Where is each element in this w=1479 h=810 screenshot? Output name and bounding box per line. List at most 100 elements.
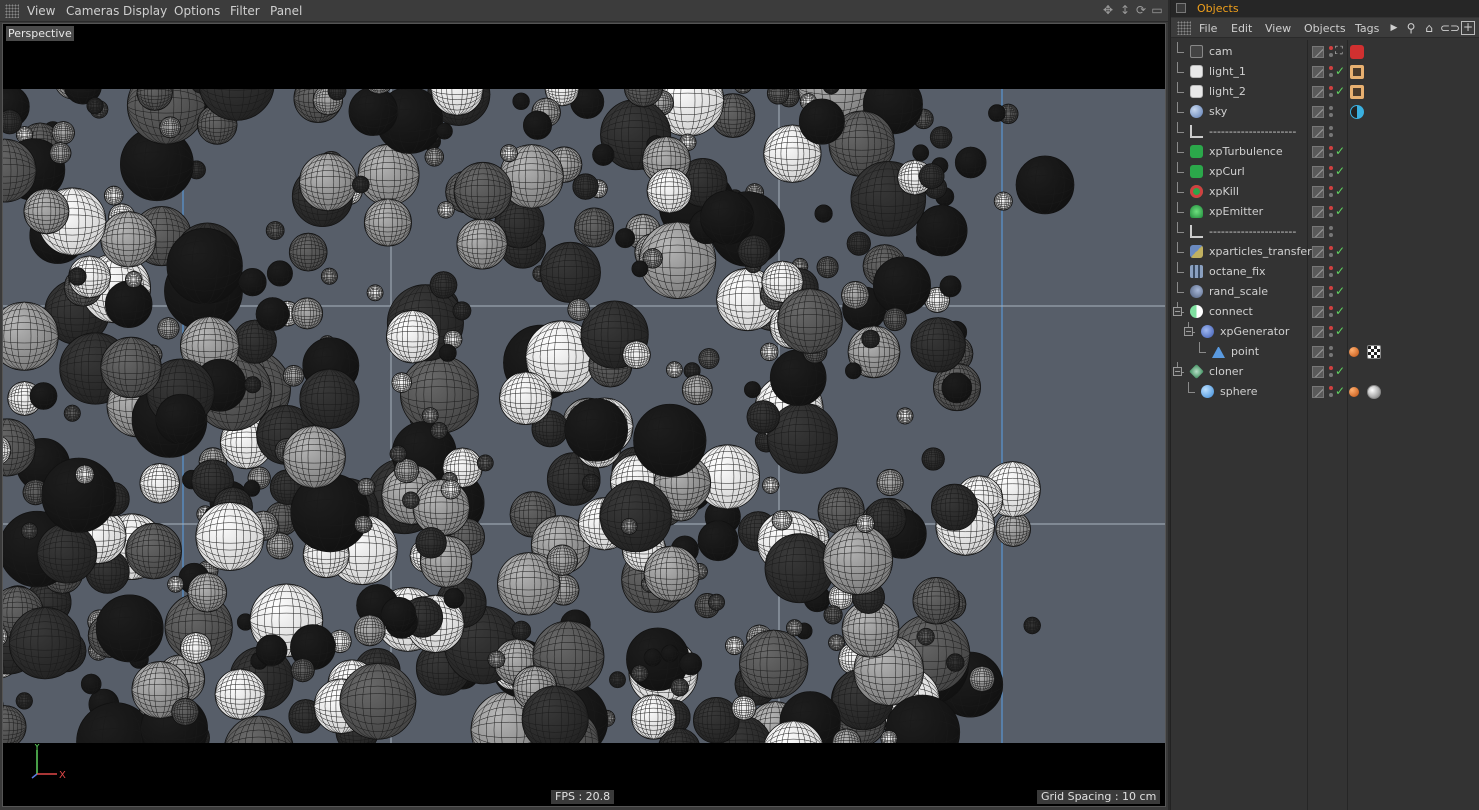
visibility-dots[interactable] xyxy=(1329,246,1333,258)
xp-tag-icon[interactable] xyxy=(1349,347,1359,357)
object-name[interactable]: ---------------------- xyxy=(1209,225,1296,238)
layer-icon[interactable] xyxy=(1312,306,1324,318)
enabled-check-icon[interactable]: ✓ xyxy=(1335,64,1345,78)
visibility-dots[interactable] xyxy=(1329,346,1333,358)
home-icon[interactable]: ⌂ xyxy=(1422,21,1436,35)
light-tag-icon[interactable] xyxy=(1350,85,1364,99)
visibility-dots[interactable] xyxy=(1329,386,1333,398)
object-name[interactable]: xpKill xyxy=(1209,185,1239,198)
search-icon[interactable]: ⚲ xyxy=(1404,21,1418,35)
object-row[interactable]: point xyxy=(1171,342,1479,362)
object-row[interactable]: sky xyxy=(1171,102,1479,122)
rotate-view-icon[interactable]: ⟳ xyxy=(1134,3,1148,17)
visibility-dots[interactable] xyxy=(1329,266,1333,278)
enabled-check-icon[interactable]: ✓ xyxy=(1335,144,1345,158)
enabled-check-icon[interactable]: ✓ xyxy=(1335,244,1345,258)
menu-display[interactable]: Display xyxy=(123,4,167,18)
viewport-canvas[interactable] xyxy=(3,89,1165,743)
obj-menu-edit[interactable]: Edit xyxy=(1231,22,1252,35)
layer-icon[interactable] xyxy=(1312,186,1324,198)
object-row[interactable]: ---------------------- xyxy=(1171,122,1479,142)
move-view-icon[interactable]: ✥ xyxy=(1101,3,1115,17)
object-name[interactable]: connect xyxy=(1209,305,1253,318)
object-name[interactable]: xparticles_transfer xyxy=(1209,245,1312,258)
visibility-dots[interactable] xyxy=(1329,206,1333,218)
grip-icon[interactable] xyxy=(1177,21,1191,35)
object-row[interactable]: xpCurl ✓ xyxy=(1171,162,1479,182)
menu-filter[interactable]: Filter xyxy=(230,4,260,18)
enabled-check-icon[interactable]: ✓ xyxy=(1335,184,1345,198)
visibility-dots[interactable] xyxy=(1329,186,1333,198)
object-row[interactable]: octane_fix ✓ xyxy=(1171,262,1479,282)
obj-menu-view[interactable]: View xyxy=(1265,22,1291,35)
light-tag-icon[interactable] xyxy=(1350,65,1364,79)
visibility-dots[interactable] xyxy=(1329,106,1333,118)
material-sphere-icon[interactable] xyxy=(1367,385,1381,399)
object-name[interactable]: cloner xyxy=(1209,365,1243,378)
object-name[interactable]: xpCurl xyxy=(1209,165,1245,178)
collapse-toggle-icon[interactable]: − xyxy=(1173,307,1182,316)
toggle-view-icon[interactable]: ▭ xyxy=(1150,3,1164,17)
layer-icon[interactable] xyxy=(1312,126,1324,138)
camera-label[interactable]: Perspective xyxy=(6,26,74,41)
enabled-check-icon[interactable]: ✓ xyxy=(1335,264,1345,278)
more-arrow-icon[interactable]: ▶ xyxy=(1387,21,1401,35)
object-row[interactable]: − cloner ✓ xyxy=(1171,362,1479,382)
object-row[interactable]: − connect ✓ xyxy=(1171,302,1479,322)
layer-icon[interactable] xyxy=(1312,106,1324,118)
object-name[interactable]: point xyxy=(1231,345,1259,358)
link-icon[interactable]: ⊂⊃ xyxy=(1440,21,1460,35)
visibility-dots[interactable] xyxy=(1329,226,1333,238)
layer-icon[interactable] xyxy=(1312,46,1324,58)
enabled-check-icon[interactable]: ✓ xyxy=(1335,84,1345,98)
layer-icon[interactable] xyxy=(1312,246,1324,258)
visibility-dots[interactable] xyxy=(1329,286,1333,298)
object-name[interactable]: cam xyxy=(1209,45,1233,58)
object-row[interactable]: rand_scale ✓ xyxy=(1171,282,1479,302)
visibility-dots[interactable] xyxy=(1329,86,1333,98)
layer-icon[interactable] xyxy=(1312,266,1324,278)
object-name[interactable]: rand_scale xyxy=(1209,285,1268,298)
object-row[interactable]: light_1 ✓ xyxy=(1171,62,1479,82)
panel-menu-icon[interactable] xyxy=(1176,3,1186,13)
enabled-check-icon[interactable]: ✓ xyxy=(1335,324,1345,338)
layer-icon[interactable] xyxy=(1312,226,1324,238)
enabled-check-icon[interactable]: ✓ xyxy=(1335,384,1345,398)
object-row[interactable]: ---------------------- xyxy=(1171,222,1479,242)
object-row[interactable]: cam ⛶ xyxy=(1171,42,1479,62)
object-row[interactable]: − xpGenerator ✓ xyxy=(1171,322,1479,342)
object-name[interactable]: light_1 xyxy=(1209,65,1246,78)
obj-menu-file[interactable]: File xyxy=(1199,22,1217,35)
object-row[interactable]: xpTurbulence ✓ xyxy=(1171,142,1479,162)
layer-icon[interactable] xyxy=(1312,346,1324,358)
objects-tab-title[interactable]: Objects xyxy=(1197,2,1239,15)
object-name[interactable]: xpGenerator xyxy=(1220,325,1289,338)
object-name[interactable]: xpTurbulence xyxy=(1209,145,1283,158)
collapse-toggle-icon[interactable]: − xyxy=(1184,327,1193,336)
layer-icon[interactable] xyxy=(1312,166,1324,178)
layer-icon[interactable] xyxy=(1312,286,1324,298)
layer-icon[interactable] xyxy=(1312,146,1324,158)
enabled-check-icon[interactable]: ✓ xyxy=(1335,304,1345,318)
enabled-check-icon[interactable]: ✓ xyxy=(1335,164,1345,178)
visibility-dots[interactable] xyxy=(1329,146,1333,158)
object-row[interactable]: sphere ✓ xyxy=(1171,382,1479,402)
object-name[interactable]: ---------------------- xyxy=(1209,125,1296,138)
grip-icon[interactable] xyxy=(5,4,19,18)
xp-tag-icon[interactable] xyxy=(1349,387,1359,397)
object-row[interactable]: xpKill ✓ xyxy=(1171,182,1479,202)
visibility-dots[interactable] xyxy=(1329,66,1333,78)
camera-tag-icon[interactable] xyxy=(1350,45,1364,59)
layer-icon[interactable] xyxy=(1312,86,1324,98)
object-row[interactable]: light_2 ✓ xyxy=(1171,82,1479,102)
sky-tag-icon[interactable] xyxy=(1350,105,1364,119)
visibility-dots[interactable] xyxy=(1329,366,1333,378)
disabled-toggle-icon[interactable]: ⛶ xyxy=(1335,44,1343,58)
object-name[interactable]: light_2 xyxy=(1209,85,1246,98)
object-row[interactable]: xpEmitter ✓ xyxy=(1171,202,1479,222)
layer-icon[interactable] xyxy=(1312,366,1324,378)
visibility-dots[interactable] xyxy=(1329,166,1333,178)
object-name[interactable]: xpEmitter xyxy=(1209,205,1263,218)
menu-view[interactable]: View xyxy=(27,4,55,18)
menu-options[interactable]: Options xyxy=(174,4,220,18)
